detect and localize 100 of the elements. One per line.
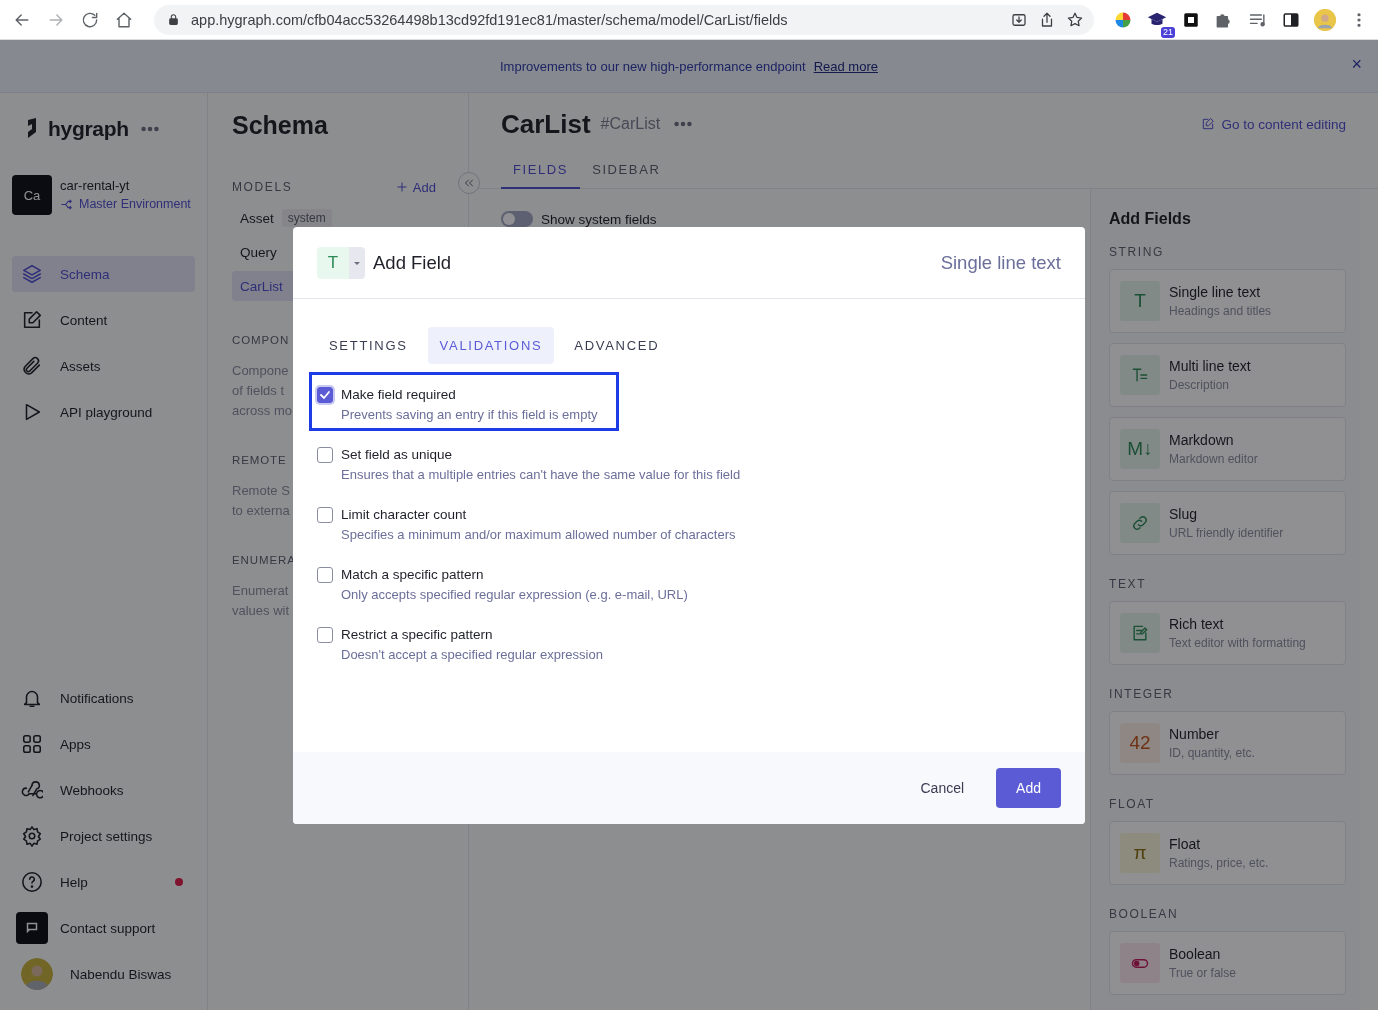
checkbox[interactable] xyxy=(317,507,333,523)
section-description: Remote S to externa xyxy=(232,482,290,520)
option-label: Restrict a specific pattern xyxy=(341,626,494,644)
tab[interactable]: SETTINGS xyxy=(317,327,420,364)
nav-item[interactable]: Schema xyxy=(12,256,195,292)
nav-item[interactable]: Webhooks xyxy=(12,772,195,808)
section-heading: REMOTE xyxy=(232,453,287,468)
read-more-link[interactable]: Read more xyxy=(813,58,878,74)
option-description: Prevents saving an entry if this field is empty xyxy=(341,406,598,424)
checkbox[interactable] xyxy=(317,567,333,583)
paperclip-icon xyxy=(21,355,43,377)
option-description: Doesn't accept a specified regular expression xyxy=(341,646,603,664)
star-icon[interactable] xyxy=(1066,10,1084,29)
side-panel-icon[interactable] xyxy=(1282,10,1300,29)
validation-option[interactable]: Match a specific pattern Only accepts specified regular expression (e.g. e-mail, URL) xyxy=(309,552,709,611)
color-wheel-icon[interactable] xyxy=(1114,10,1132,29)
field-type-description: Markdown editor xyxy=(1169,451,1258,468)
field-type-card[interactable]: Boolean True or false xyxy=(1109,931,1346,995)
field-type-description: ID, quantity, etc. xyxy=(1169,745,1255,762)
close-button[interactable]: × xyxy=(1347,54,1366,75)
modal-title: Add Field xyxy=(373,251,452,274)
project-avatar: Ca xyxy=(12,175,52,215)
help-icon xyxy=(21,871,43,893)
field-type-card[interactable]: 42 Number ID, quantity, etc. xyxy=(1109,711,1346,775)
field-type-card[interactable]: π Float Ratings, price, etc. xyxy=(1109,821,1346,885)
checkbox[interactable] xyxy=(317,447,333,463)
link-icon xyxy=(1130,513,1150,533)
system-tag: system xyxy=(281,209,332,227)
lock-icon xyxy=(166,12,181,27)
field-type-description: Description xyxy=(1169,377,1231,394)
option-description: Specifies a minimum and/or maximum allowed number of characters xyxy=(341,526,736,544)
validation-option[interactable]: Set field as unique Ensures that a multiple entries can't have the same value for this field xyxy=(309,432,762,491)
section-heading: ENUMERA xyxy=(232,553,296,568)
layers-icon xyxy=(21,263,43,285)
webhook-icon xyxy=(21,779,43,801)
address-bar[interactable]: app.hygraph.com/cfb04acc53264498b13cd92fd191ec81/master/schema/model/CarList/fields xyxy=(154,4,1094,35)
tab[interactable]: VALIDATIONS xyxy=(427,327,555,364)
field-type-selector[interactable]: T xyxy=(317,246,365,279)
nav-item[interactable]: Help xyxy=(12,864,195,900)
nav-item[interactable]: Contact support xyxy=(12,910,195,946)
option-label: Set field as unique xyxy=(341,446,454,464)
field-type-card[interactable]: Slug URL friendly identifier xyxy=(1109,491,1346,555)
field-type-card[interactable]: M↓ Markdown Markdown editor xyxy=(1109,417,1346,481)
chevrons-left-icon xyxy=(462,176,476,190)
content-editing-link[interactable]: Go to content editing xyxy=(1201,116,1346,132)
type-glyph: M↓ xyxy=(1127,438,1153,460)
user-menu[interactable]: Nabendu Biswas xyxy=(12,956,195,992)
section-description: Enumerat values wit xyxy=(232,582,290,620)
nav-item[interactable]: Content xyxy=(12,302,195,338)
group-heading: FLOAT xyxy=(1109,796,1156,813)
tab[interactable]: FIELDS xyxy=(501,153,581,189)
field-type-card[interactable]: Rich text Text editor with formatting xyxy=(1109,601,1346,665)
group-heading: BOOLEAN xyxy=(1109,906,1180,923)
plus-icon xyxy=(394,180,409,194)
field-type-name: Number xyxy=(1169,725,1220,744)
option-label: Limit character count xyxy=(341,506,468,524)
type-glyph: T xyxy=(317,246,349,279)
tab[interactable]: ADVANCED xyxy=(562,327,672,364)
add-model-button[interactable]: Add xyxy=(394,179,436,195)
extension-badge: 21 xyxy=(1161,26,1175,38)
settings-icon xyxy=(21,825,43,847)
group-heading: STRING xyxy=(1109,244,1165,261)
square-icon[interactable] xyxy=(1182,10,1200,29)
toggle-switch[interactable] xyxy=(501,211,533,227)
option-label: Match a specific pattern xyxy=(341,566,485,584)
checkbox[interactable] xyxy=(317,627,333,643)
rich-text-icon xyxy=(1130,623,1150,643)
panel-title: Schema xyxy=(232,110,329,140)
section-description: Compone of fields t across mo xyxy=(232,362,292,420)
validation-option[interactable]: Limit character count Specifies a minimum and/or maximum allowed number of characters xyxy=(309,492,757,551)
toggle-label: Show system fields xyxy=(541,211,657,227)
section-heading: MODELS xyxy=(232,180,293,194)
add-button[interactable]: Add xyxy=(996,768,1061,808)
tab[interactable]: SIDEBAR xyxy=(580,153,673,189)
nav-item[interactable]: API playground xyxy=(12,394,195,430)
model-title: CarList xyxy=(501,108,591,140)
field-type-card[interactable]: T Single line text Headings and titles xyxy=(1109,269,1346,333)
group-heading: TEXT xyxy=(1109,576,1148,593)
option-label: Make field required xyxy=(341,386,457,404)
user-avatar xyxy=(21,958,53,990)
nav-item[interactable]: Project settings xyxy=(12,818,195,854)
field-type-name: Multi line text xyxy=(1169,357,1251,376)
option-description: Ensures that a multiple entries can't have the same value for this field xyxy=(341,466,741,484)
field-type-card[interactable]: Multi line text Description xyxy=(1109,343,1346,407)
field-type-description: Text editor with formatting xyxy=(1169,635,1306,652)
nav-item[interactable]: Apps xyxy=(12,726,195,762)
field-type-label: Single line text xyxy=(940,251,1061,274)
validation-option[interactable]: Restrict a specific pattern Doesn't accept a specified regular expression xyxy=(309,612,624,671)
environment-link[interactable]: Master Environment xyxy=(79,195,191,213)
nav-item[interactable]: Assets xyxy=(12,348,195,384)
project-name: car-rental-yt xyxy=(60,177,131,195)
edit-icon xyxy=(21,309,43,331)
field-type-name: Boolean xyxy=(1169,945,1222,964)
option-description: Only accepts specified regular expression (e.g. e-mail, URL) xyxy=(341,586,688,604)
validation-option[interactable]: Make field required Prevents saving an entry if this field is empty xyxy=(309,372,619,431)
cancel-button[interactable]: Cancel xyxy=(912,770,973,806)
panel-title: Add Fields xyxy=(1109,210,1192,228)
checkbox[interactable] xyxy=(317,387,333,403)
profile-avatar[interactable] xyxy=(1314,8,1336,31)
nav-item[interactable]: Notifications xyxy=(12,680,195,716)
